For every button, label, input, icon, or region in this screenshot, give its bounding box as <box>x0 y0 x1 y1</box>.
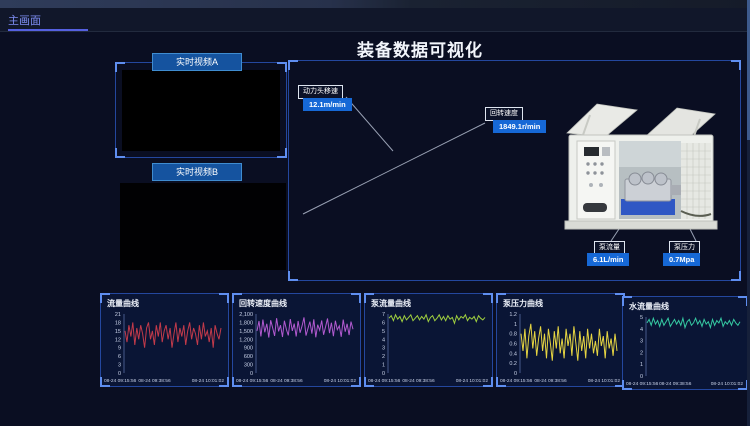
chart-pump-pressure-title: 泵压力曲线 <box>503 298 543 309</box>
corner-accent <box>277 62 287 72</box>
svg-text:6: 6 <box>118 354 121 360</box>
equipment-panel: 动力头移速 12.1m/min 回转速度 1849.1r/min 泵流量 6.1… <box>288 60 741 281</box>
corner-accent <box>351 377 361 387</box>
svg-text:0.2: 0.2 <box>509 361 517 367</box>
chart-flow: 流量曲线 03691215182108-24 09:15:5608-24 09:… <box>100 293 229 387</box>
svg-text:0: 0 <box>118 371 121 377</box>
svg-text:4: 4 <box>382 337 385 343</box>
svg-text:3: 3 <box>382 346 385 352</box>
svg-text:1: 1 <box>640 362 643 368</box>
svg-text:7: 7 <box>382 312 385 318</box>
chart-flow-title: 流量曲线 <box>107 298 139 309</box>
corner-accent <box>364 377 374 387</box>
corner-accent <box>232 293 242 303</box>
svg-text:2: 2 <box>382 354 385 360</box>
corner-accent <box>483 377 493 387</box>
chart-pump-pressure: 泵压力曲线 00.20.40.60.811.208-24 09:15:5608-… <box>496 293 625 387</box>
video-a-label: 实时视频A <box>152 53 242 71</box>
corner-accent <box>100 293 110 303</box>
video-b-screen[interactable] <box>120 183 286 270</box>
corner-accent <box>288 271 298 281</box>
svg-text:0.6: 0.6 <box>509 342 517 348</box>
corner-accent <box>288 60 298 70</box>
svg-text:0: 0 <box>382 371 385 377</box>
svg-text:0: 0 <box>250 371 253 377</box>
callout-rotation-speed-value: 1849.1r/min <box>493 120 546 133</box>
svg-text:08-24 09:38:56: 08-24 09:38:56 <box>659 381 692 387</box>
chart-rotation-speed-plot[interactable]: 03006009001,2001,5001,8002,10008-24 09:1… <box>234 310 359 385</box>
svg-text:1,200: 1,200 <box>239 337 253 343</box>
svg-text:08-24 09:38:56: 08-24 09:38:56 <box>402 378 435 384</box>
corner-accent <box>115 62 125 72</box>
svg-text:1: 1 <box>514 322 517 328</box>
corner-accent <box>731 271 741 281</box>
corner-accent <box>351 293 361 303</box>
callout-powerhead-speed-label: 动力头移速 <box>298 85 343 99</box>
chart-rotation-speed: 回转速度曲线 0 300 600 900 1,200 1,500 1,800 2,100 08-… <box>232 293 361 387</box>
svg-text:0.8: 0.8 <box>509 332 517 338</box>
callout-pump-pressure-value: 0.7Mpa <box>663 253 700 266</box>
corner-accent <box>115 148 125 158</box>
svg-text:1,500: 1,500 <box>239 329 253 335</box>
svg-text:15: 15 <box>115 329 121 335</box>
chart-water-flow-title: 水流量曲线 <box>629 301 669 312</box>
chart-flow-plot[interactable]: 03691215182108-24 09:15:5608-24 09:38:56… <box>102 310 227 385</box>
corner-accent <box>232 377 242 387</box>
corner-accent <box>496 377 506 387</box>
page-title: 装备数据可视化 <box>290 36 550 61</box>
corner-accent <box>483 293 493 303</box>
svg-text:2,100: 2,100 <box>239 312 253 318</box>
svg-text:5: 5 <box>382 329 385 335</box>
tab-bar: 主画面 <box>0 8 750 32</box>
video-a-panel <box>115 62 287 158</box>
svg-text:08-24 09:38:56: 08-24 09:38:56 <box>534 378 567 384</box>
svg-text:21: 21 <box>115 312 121 318</box>
svg-text:9: 9 <box>118 346 121 352</box>
corner-accent <box>364 293 374 303</box>
svg-text:3: 3 <box>118 363 121 369</box>
svg-text:1: 1 <box>382 363 385 369</box>
svg-text:4: 4 <box>640 327 643 333</box>
svg-text:12: 12 <box>115 337 121 343</box>
svg-text:08-24 09:38:56: 08-24 09:38:56 <box>138 378 171 384</box>
corner-accent <box>277 148 287 158</box>
tab-active-underline <box>8 29 88 31</box>
corner-accent <box>622 296 632 306</box>
svg-text:5: 5 <box>640 315 643 321</box>
chart-water-flow-plot[interactable]: 01234508-24 09:15:5608-24 09:38:5608-24 … <box>624 313 746 388</box>
svg-text:300: 300 <box>244 363 253 369</box>
svg-text:0: 0 <box>640 374 643 380</box>
corner-accent <box>496 293 506 303</box>
callout-rotation-speed-label: 回转速度 <box>485 107 523 121</box>
chart-pump-pressure-plot[interactable]: 00.20.40.60.811.208-24 09:15:5608-24 09:… <box>498 310 623 385</box>
svg-text:1,800: 1,800 <box>239 320 253 326</box>
window-title-bar <box>0 0 750 8</box>
svg-text:2: 2 <box>640 350 643 356</box>
chart-water-flow: 水流量曲线 01234508-24 09:15:5608-24 09:38:56… <box>622 296 748 390</box>
callout-powerhead-speed-value: 12.1m/min <box>303 98 352 111</box>
svg-text:08-24 09:38:56: 08-24 09:38:56 <box>270 378 303 384</box>
svg-text:0: 0 <box>514 371 517 377</box>
chart-pump-flow: 泵流量曲线 0123456708-24 09:15:5608-24 09:38:… <box>364 293 493 387</box>
svg-text:6: 6 <box>382 320 385 326</box>
svg-text:1.2: 1.2 <box>509 312 517 318</box>
corner-accent <box>219 377 229 387</box>
callout-pump-flow-value: 6.1L/min <box>587 253 629 266</box>
svg-text:18: 18 <box>115 320 121 326</box>
corner-accent <box>219 293 229 303</box>
svg-text:3: 3 <box>640 339 643 345</box>
chart-pump-flow-title: 泵流量曲线 <box>371 298 411 309</box>
corner-accent <box>622 380 632 390</box>
corner-accent <box>731 60 741 70</box>
video-b-label: 实时视频B <box>152 163 242 181</box>
video-a-screen[interactable] <box>122 70 280 151</box>
equipment-photo <box>563 101 719 239</box>
chart-pump-flow-plot[interactable]: 0123456708-24 09:15:5608-24 09:38:5608-2… <box>366 310 491 385</box>
svg-text:600: 600 <box>244 354 253 360</box>
chart-rotation-speed-title: 回转速度曲线 <box>239 298 287 309</box>
tab-main-screen[interactable]: 主画面 <box>8 12 41 28</box>
svg-text:0.4: 0.4 <box>509 351 517 357</box>
svg-text:900: 900 <box>244 346 253 352</box>
corner-accent <box>100 377 110 387</box>
